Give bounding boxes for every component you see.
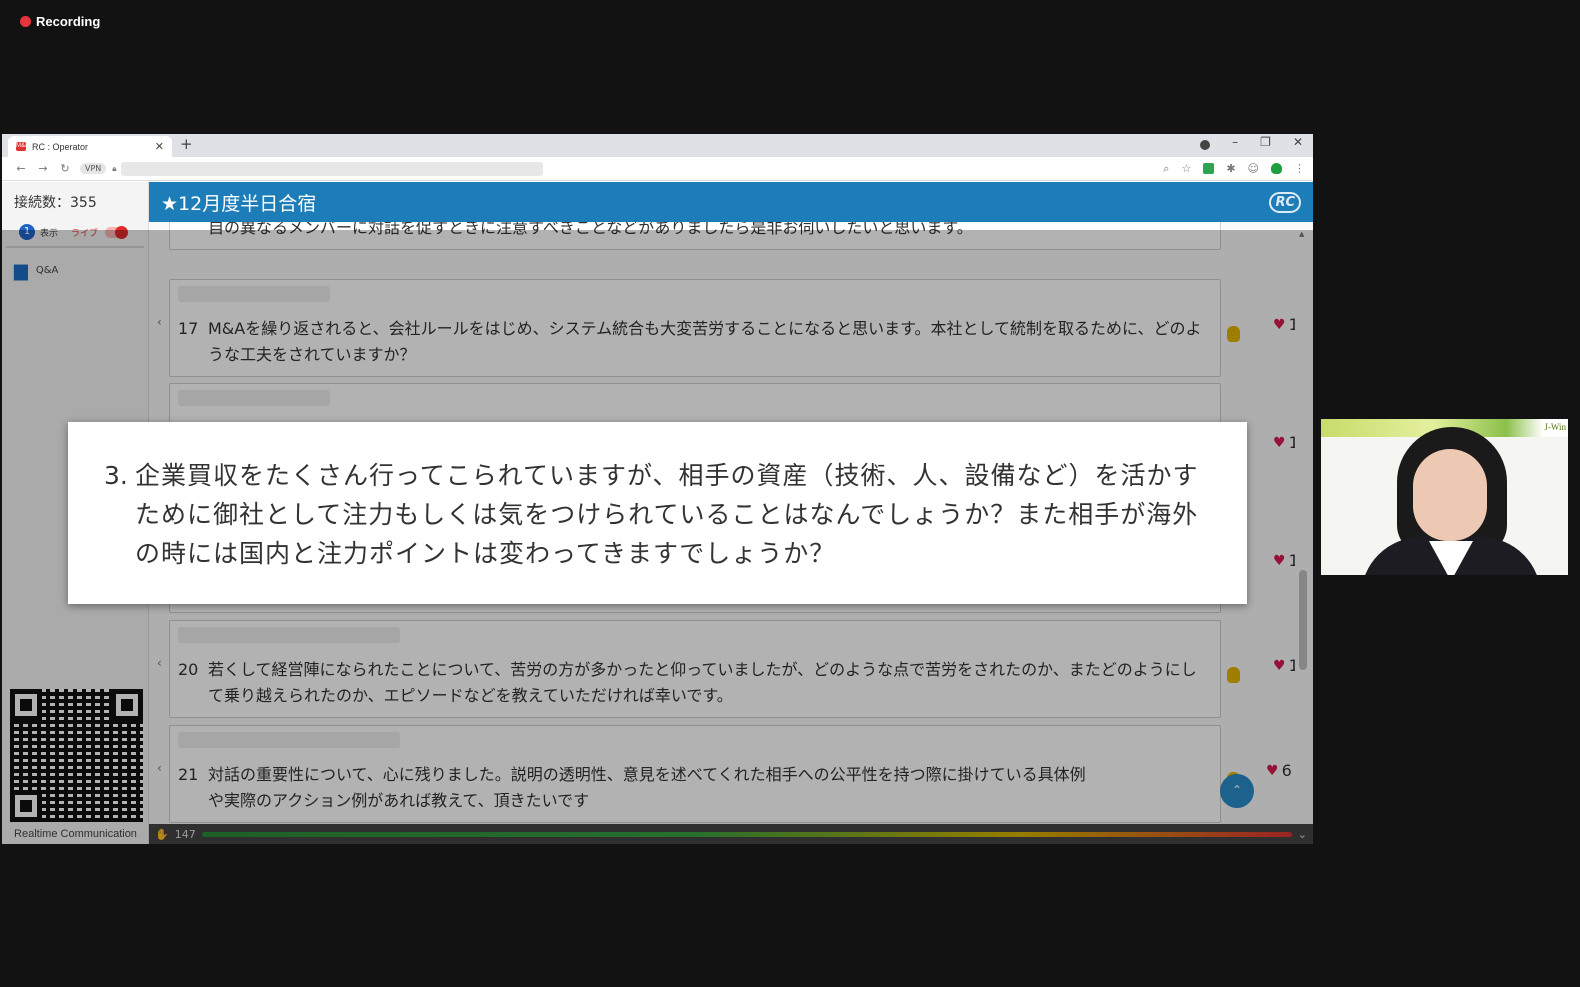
scroll-thumb[interactable]	[1299, 570, 1307, 670]
qr-code	[10, 689, 143, 822]
like-count[interactable]: ♥10	[1273, 433, 1295, 452]
reaction-meter	[201, 831, 1292, 837]
live-label: ライブ	[71, 228, 99, 239]
webcam-feed: J-Win	[1321, 419, 1568, 575]
author-name	[178, 286, 330, 302]
cam-brand-logo: J-Win	[1544, 422, 1566, 432]
chevron-down-icon[interactable]: ⌄	[1298, 828, 1307, 841]
scroll-up-icon[interactable]: ▲	[1299, 230, 1304, 238]
question-number	[178, 222, 208, 241]
close-window-icon[interactable]: ✕	[1293, 135, 1303, 150]
live-switch[interactable]	[105, 225, 129, 239]
question-box: 自の異なるメンバーに対話を促すときに注意すべきことなどがありましたら是非お伺いし…	[169, 222, 1221, 250]
question-number: 20	[178, 660, 199, 679]
url-field[interactable]	[120, 161, 543, 176]
like-count[interactable]: ♥ 6	[1266, 761, 1292, 780]
menu-dots-icon[interactable]: ⋮	[1294, 162, 1305, 175]
zoom-icon[interactable]: ⌕	[1163, 162, 1169, 176]
question-box: 17 M&Aを繰り返されると、会社ルールをはじめ、システム統合も大変苦労することに…	[169, 279, 1240, 377]
vpn-badge[interactable]: VPN	[80, 163, 107, 174]
author-name	[178, 390, 330, 406]
scrollbar[interactable]: ▲	[1299, 230, 1307, 820]
scroll-top-button[interactable]: ⌃	[1220, 774, 1254, 808]
extension-icon[interactable]	[1203, 163, 1215, 174]
minimize-icon[interactable]: –	[1232, 135, 1238, 150]
like-count[interactable]: ♥12	[1273, 551, 1295, 570]
chat-bubble-icon: ▆	[14, 260, 28, 281]
clap-count: 147	[174, 827, 196, 841]
qr-caption: Realtime Communication	[14, 828, 137, 840]
question-card[interactable]: ‹ 21 対話の重要性について、心に残りました。説明の透明性、意見を述べてくれた相…	[157, 725, 1295, 823]
profile-icon[interactable]: ☺	[1248, 162, 1259, 175]
popup-question-number: 3.	[104, 461, 128, 490]
address-bar: ← → ↻ VPN 🔒︎ ⌕ ☆ ✱ ☺ ⋮	[2, 157, 1313, 181]
author-name	[178, 627, 400, 643]
status-bar: ✋ 147 ⌄	[149, 824, 1313, 844]
like-count[interactable]: ♥12	[1273, 656, 1295, 675]
cam-person-face	[1413, 449, 1487, 541]
heart-icon: ♥	[1266, 762, 1279, 779]
rc-logo: RC	[1269, 191, 1301, 213]
window-controls: – ❐ ✕	[1200, 135, 1303, 150]
browser-tab[interactable]: M&A RC : Operator ✕	[8, 136, 172, 157]
restore-icon[interactable]: ❐	[1260, 135, 1271, 150]
back-icon[interactable]: ←	[10, 162, 32, 175]
tab-bar: M&A RC : Operator ✕ + – ❐ ✕	[2, 134, 1313, 157]
new-tab-button[interactable]: +	[180, 135, 193, 153]
bookmark-star-icon[interactable]: ☆	[1181, 162, 1191, 175]
shield-icon[interactable]	[1271, 163, 1282, 174]
favicon-icon: M&A	[16, 142, 30, 151]
sidebar-item-qa[interactable]: ▆ Q&A	[2, 248, 148, 293]
question-text: M&Aを繰り返されると、会社ルールをはじめ、システム統合も大変苦労することになる…	[208, 319, 1202, 364]
connection-count: 接続数：355	[14, 195, 97, 211]
recording-indicator: Recording	[20, 14, 100, 29]
chevron-left-icon[interactable]: ‹	[157, 315, 162, 329]
chevron-left-icon[interactable]: ‹	[157, 761, 162, 775]
display-label: 表示	[40, 228, 59, 239]
question-card[interactable]: 自の異なるメンバーに対話を促すときに注意すべきことなどがありましたら是非お伺いし…	[169, 222, 1295, 250]
display-number-badge[interactable]: 1	[19, 224, 35, 240]
close-tab-icon[interactable]: ✕	[155, 140, 164, 153]
record-dot-icon	[20, 16, 31, 27]
question-card[interactable]: ‹ 20 若くして経営陣になられたことについて、苦労の方が多かったと仰っていました…	[157, 620, 1295, 718]
popup-question-text: 企業買収をたくさん行ってこられていますが、相手の資産（技術、人、設備など）を活か…	[135, 461, 1199, 568]
like-count[interactable]: ♥10	[1273, 315, 1295, 334]
author-name	[178, 732, 400, 748]
lock-icon[interactable]: 🔒︎	[112, 164, 116, 174]
heart-icon: ♥	[1273, 657, 1286, 674]
question-card[interactable]: ‹ 17 M&Aを繰り返されると、会社ルールをはじめ、システム統合も大変苦労するこ…	[157, 279, 1295, 377]
question-box: 21 対話の重要性について、心に残りました。説明の透明性、意見を述べてくれた相手へ…	[169, 725, 1240, 823]
question-box: 20 若くして経営陣になられたことについて、苦労の方が多かったと仰っていましたが、…	[169, 620, 1240, 718]
session-header: ★12月度半日合宿 RC	[149, 182, 1313, 222]
heart-icon: ♥	[1273, 552, 1286, 569]
heart-icon: ♥	[1273, 316, 1286, 333]
recording-label: Recording	[36, 14, 101, 29]
question-text: 対話の重要性について、心に残りました。説明の透明性、意見を述べてくれた相手への公…	[208, 765, 1086, 810]
chevron-left-icon[interactable]: ‹	[157, 656, 162, 670]
clap-icon: ✋	[155, 827, 169, 841]
media-icon[interactable]	[1200, 140, 1211, 150]
session-title: ★12月度半日合宿	[161, 192, 317, 215]
hand-raise-icon[interactable]	[1227, 667, 1240, 683]
puzzle-icon[interactable]: ✱	[1226, 162, 1235, 175]
question-text: 若くして経営陣になられたことについて、苦労の方が多かったと仰っていましたが、どの…	[208, 660, 1197, 705]
question-popup: 3. 企業買収をたくさん行ってこられていますが、相手の資産（技術、人、設備など）…	[68, 422, 1247, 604]
question-number: 21	[178, 765, 199, 784]
question-text: 自の異なるメンバーに対話を促すときに注意すべきことなどがありましたら是非お伺いし…	[208, 222, 973, 237]
tab-title: RC : Operator	[32, 141, 89, 152]
question-number: 17	[178, 319, 199, 338]
sidebar-item-qa-label: Q&A	[35, 265, 59, 276]
display-toggles: 1 表示 ライブ	[6, 222, 144, 248]
forward-icon[interactable]: →	[32, 162, 54, 175]
reload-icon[interactable]: ↻	[54, 162, 76, 175]
hand-raise-icon[interactable]	[1227, 326, 1240, 342]
heart-icon: ♥	[1273, 434, 1286, 451]
